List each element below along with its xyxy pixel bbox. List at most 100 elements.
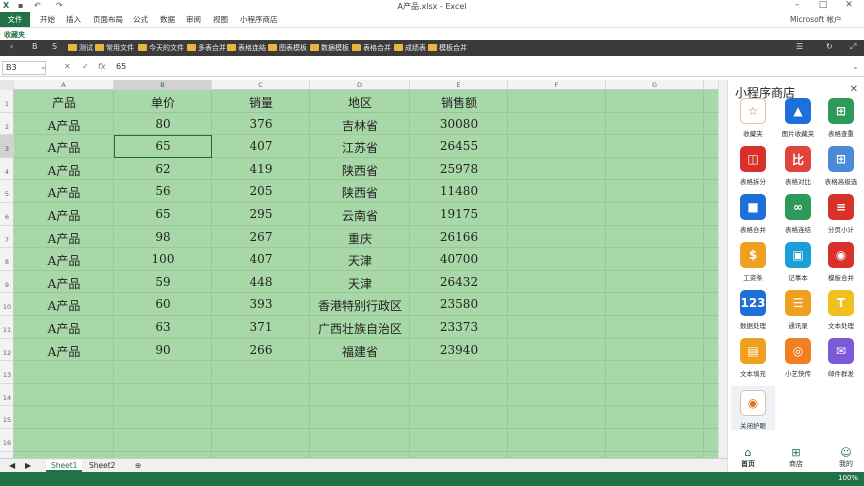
select-all-corner[interactable] bbox=[0, 80, 14, 90]
add-sheet-icon[interactable]: ⊕ bbox=[130, 460, 146, 472]
store-item-split[interactable]: ◫ 表格拆分 bbox=[731, 146, 775, 186]
store-item-text[interactable]: T 文本处理 bbox=[819, 290, 863, 330]
row-header-2[interactable]: 2 bbox=[0, 113, 14, 136]
bookmark-item[interactable]: 表格合并 bbox=[352, 43, 391, 53]
row-header-9[interactable]: 9 bbox=[0, 271, 14, 294]
bookmark-item[interactable]: 模板合并 bbox=[428, 43, 467, 53]
cell-b10[interactable]: 60 bbox=[114, 297, 212, 311]
store-item-salary[interactable]: $ 工资条 bbox=[731, 242, 775, 282]
store-item-compare[interactable]: 比表格对比 bbox=[776, 146, 820, 186]
row-header-12[interactable]: 12 bbox=[0, 339, 14, 362]
cell-c10[interactable]: 393 bbox=[212, 297, 310, 311]
cell-e9[interactable]: 26432 bbox=[410, 275, 508, 289]
store-item-table-search[interactable]: ⊞ 表格查重 bbox=[819, 98, 863, 138]
bookmark-item[interactable]: 测试 bbox=[68, 43, 93, 53]
tab-mini-store[interactable]: 小程序商店 bbox=[240, 14, 278, 25]
nav-user[interactable]: ☺ 我的 bbox=[828, 446, 864, 469]
cell-b9[interactable]: 59 bbox=[114, 275, 212, 289]
row-header-15[interactable]: 15 bbox=[0, 406, 14, 429]
cell-c5[interactable]: 205 bbox=[212, 184, 310, 198]
cell-d9[interactable]: 天津 bbox=[310, 275, 410, 292]
cell-a11[interactable]: A产品 bbox=[14, 320, 114, 337]
bookmark-item[interactable]: 图表模板 bbox=[268, 43, 307, 53]
tab-view[interactable]: 视图 bbox=[213, 14, 228, 25]
cell-d3[interactable]: 江苏省 bbox=[310, 139, 410, 156]
row-header-11[interactable]: 11 bbox=[0, 316, 14, 339]
cell-e4[interactable]: 25978 bbox=[410, 162, 508, 176]
column-header-d[interactable]: D bbox=[310, 80, 410, 90]
cell-e2[interactable]: 30080 bbox=[410, 117, 508, 131]
store-item-mail[interactable]: ✉ 邮件群发 bbox=[819, 338, 863, 378]
column-header-e[interactable]: E bbox=[410, 80, 508, 90]
cell-b2[interactable]: 80 bbox=[114, 117, 212, 131]
cell-a9[interactable]: A产品 bbox=[14, 275, 114, 292]
zoom-level[interactable]: 100% bbox=[838, 474, 858, 482]
tab-formulas[interactable]: 公式 bbox=[133, 14, 148, 25]
cell-d6[interactable]: 云南省 bbox=[310, 207, 410, 224]
cell-c1[interactable]: 销量 bbox=[212, 94, 310, 111]
cell-e7[interactable]: 26166 bbox=[410, 230, 508, 244]
cell-c12[interactable]: 266 bbox=[212, 343, 310, 357]
column-header-a[interactable]: A bbox=[14, 80, 114, 90]
prev-icon[interactable]: ‹ bbox=[10, 42, 13, 51]
row-header-13[interactable]: 13 bbox=[0, 361, 14, 384]
nav-home[interactable]: ⌂ 首页 bbox=[730, 446, 766, 469]
chevron-down-icon[interactable]: ⌄ bbox=[852, 62, 859, 71]
store-item-fill[interactable]: ▤ 文本填充 bbox=[731, 338, 775, 378]
store-item-grid[interactable]: ⊞ 表格高级选 bbox=[819, 146, 863, 186]
column-header-g[interactable]: G bbox=[606, 80, 704, 90]
store-item-data[interactable]: 123 数据处理 bbox=[731, 290, 775, 330]
row-header-16[interactable]: 16 bbox=[0, 429, 14, 452]
bookmark-item[interactable]: 常用文件 bbox=[95, 43, 134, 53]
account-label[interactable]: Microsoft 帐户 bbox=[790, 14, 842, 25]
nav-store[interactable]: ⊞ 商店 bbox=[778, 446, 814, 469]
row-header-14[interactable]: 14 bbox=[0, 384, 14, 407]
cell-a3[interactable]: A产品 bbox=[14, 139, 114, 156]
store-item-image[interactable]: ▲ 图片收藏夹 bbox=[776, 98, 820, 138]
fx-icon[interactable]: fx bbox=[98, 62, 106, 71]
store-item-link[interactable]: ∞ 表格连结 bbox=[776, 194, 820, 234]
next-sheet-icon[interactable]: ▶ bbox=[20, 460, 36, 472]
cell-b8[interactable]: 100 bbox=[114, 252, 212, 266]
cell-c7[interactable]: 267 bbox=[212, 230, 310, 244]
column-header-c[interactable]: C bbox=[212, 80, 310, 90]
formula-input[interactable]: 65 bbox=[116, 62, 126, 71]
cell-d4[interactable]: 陕西省 bbox=[310, 162, 410, 179]
cell-d1[interactable]: 地区 bbox=[310, 94, 410, 111]
cell-c9[interactable]: 448 bbox=[212, 275, 310, 289]
cell-b6[interactable]: 65 bbox=[114, 207, 212, 221]
store-item-merge[interactable]: ■ 表格合并 bbox=[731, 194, 775, 234]
cell-b5[interactable]: 56 bbox=[114, 184, 212, 198]
cell-a1[interactable]: 产品 bbox=[14, 94, 114, 111]
column-header-b[interactable]: B bbox=[114, 80, 212, 90]
store-item-notebook[interactable]: ▣ 记事本 bbox=[776, 242, 820, 282]
tab-data[interactable]: 数据 bbox=[160, 14, 175, 25]
cell-d11[interactable]: 广西壮族自治区 bbox=[310, 320, 410, 337]
cell-a4[interactable]: A产品 bbox=[14, 162, 114, 179]
cell-c2[interactable]: 376 bbox=[212, 117, 310, 131]
row-header-4[interactable]: 4 bbox=[0, 158, 14, 181]
row-header-3[interactable]: 3 bbox=[0, 135, 14, 158]
tab-file[interactable]: 文件 bbox=[0, 12, 30, 27]
cell-b1[interactable]: 单价 bbox=[114, 94, 212, 111]
cell-a6[interactable]: A产品 bbox=[14, 207, 114, 224]
cell-a12[interactable]: A产品 bbox=[14, 343, 114, 360]
cell-e10[interactable]: 23580 bbox=[410, 297, 508, 311]
cell-a2[interactable]: A产品 bbox=[14, 117, 114, 134]
chevron-down-icon[interactable]: ⌄ bbox=[40, 62, 47, 71]
row-header-7[interactable]: 7 bbox=[0, 226, 14, 249]
cell-e6[interactable]: 19175 bbox=[410, 207, 508, 221]
bookmark-b[interactable]: B bbox=[32, 42, 38, 51]
close-icon[interactable]: ✕ bbox=[836, 0, 862, 10]
cell-d5[interactable]: 陕西省 bbox=[310, 184, 410, 201]
cell-a10[interactable]: A产品 bbox=[14, 297, 114, 314]
cell-a7[interactable]: A产品 bbox=[14, 230, 114, 247]
cell-e5[interactable]: 11480 bbox=[410, 184, 508, 198]
column-header-f[interactable]: F bbox=[508, 80, 606, 90]
row-header-1[interactable]: 1 bbox=[0, 90, 14, 113]
menu-icon[interactable]: ☰ bbox=[796, 42, 803, 51]
bookmark-item[interactable]: 多表合并 bbox=[187, 43, 226, 53]
store-item-transfer[interactable]: ◎ 小艺快传 bbox=[776, 338, 820, 378]
cancel-icon[interactable]: ✕ bbox=[64, 62, 71, 71]
refresh-icon[interactable]: ↻ bbox=[826, 42, 833, 51]
